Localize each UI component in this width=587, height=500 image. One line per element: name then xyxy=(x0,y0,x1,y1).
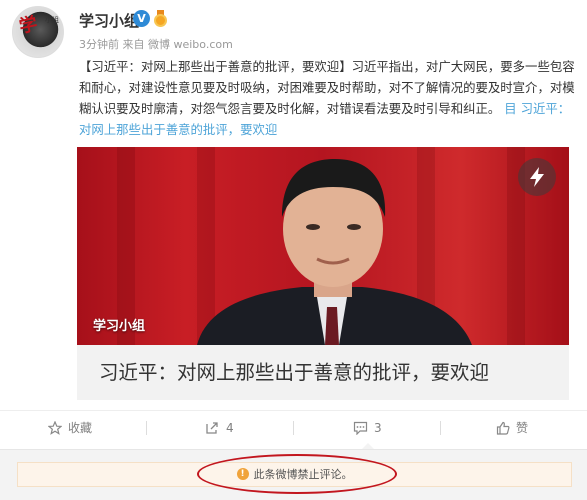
favorite-label: 收藏 xyxy=(68,421,93,435)
image-watermark: 学习小组 xyxy=(93,319,146,334)
avatar-small-label: 小组 xyxy=(45,16,59,24)
highlight-oval xyxy=(197,454,397,494)
avatar-mark: 学 xyxy=(17,13,40,38)
medal-icon xyxy=(153,10,168,27)
like-button[interactable]: 赞 xyxy=(496,411,528,445)
media-image[interactable]: 学习小组 xyxy=(77,147,569,345)
post-meta: 3分钟前 来自 微博 weibo.com xyxy=(79,38,233,51)
like-label: 赞 xyxy=(516,421,529,435)
verified-icon: V xyxy=(133,10,150,27)
card-title[interactable]: 习近平：对网上那些出于善意的批评，要欢迎 xyxy=(77,345,569,400)
post-body: 【习近平：对网上那些出于善意的批评，要欢迎】习近平指出，对广大网民，要多一些包容… xyxy=(79,59,575,116)
person-photo xyxy=(197,159,472,345)
post-text: 【习近平：对网上那些出于善意的批评，要欢迎】习近平指出，对广大网民，要多一些包容… xyxy=(79,56,577,140)
comment-icon xyxy=(353,421,368,435)
favorite-button[interactable]: 收藏 xyxy=(48,411,92,445)
share-button[interactable]: 4 xyxy=(205,411,234,445)
action-bar: 收藏 4 3 赞 xyxy=(0,410,587,444)
comment-button[interactable]: 3 xyxy=(353,411,382,445)
share-icon xyxy=(206,421,218,434)
star-icon xyxy=(48,420,62,435)
avatar[interactable]: 学 小组 xyxy=(12,6,64,58)
comment-count: 3 xyxy=(374,421,382,435)
lightning-icon[interactable] xyxy=(518,158,556,196)
thumbs-up-icon xyxy=(496,421,510,435)
share-count: 4 xyxy=(226,421,234,435)
account-name[interactable]: 学习小组 xyxy=(79,10,139,31)
